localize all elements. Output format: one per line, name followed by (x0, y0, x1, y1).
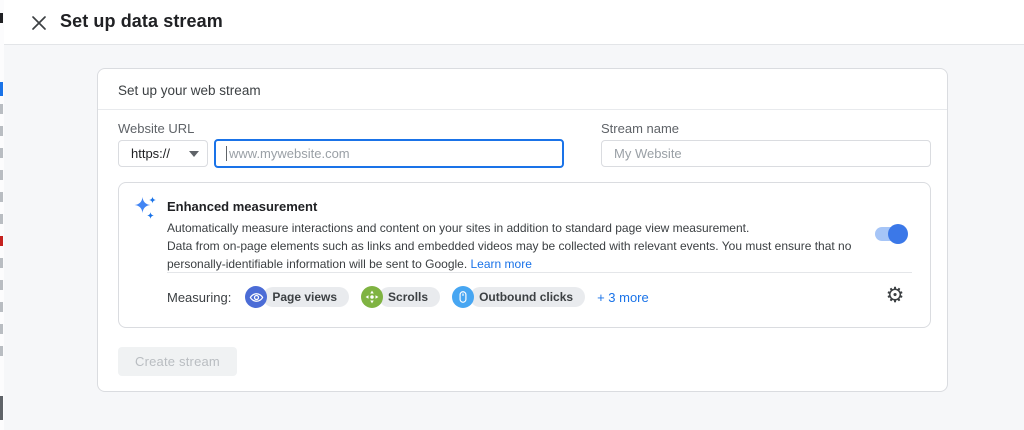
protocol-value: https:// (131, 146, 171, 161)
chip-outbound-clicks: Outbound clicks (452, 286, 586, 308)
dialog-header: Set up data stream (0, 0, 1024, 45)
chip-label: Outbound clicks (470, 287, 586, 307)
close-icon[interactable] (28, 12, 50, 34)
measuring-label: Measuring: (167, 289, 232, 305)
page-title: Set up data stream (60, 11, 223, 31)
stream-name-input[interactable] (601, 140, 931, 167)
measuring-row: Measuring: Page views Scrolls Outbound c… (167, 286, 649, 308)
enhanced-measurement-box: Enhanced measurement Automatically measu… (118, 182, 931, 328)
chip-page-views: Page views (245, 286, 350, 308)
eye-icon (245, 286, 268, 308)
web-stream-card: Set up your web stream Website URL https… (97, 68, 948, 392)
enhanced-measurement-toggle[interactable] (875, 224, 908, 244)
mouse-icon (452, 286, 475, 308)
gear-icon[interactable]: ⚙ (882, 282, 908, 308)
learn-more-link[interactable]: Learn more (471, 257, 532, 271)
enhanced-measurement-description: Automatically measure interactions and c… (167, 219, 875, 273)
divider (167, 272, 912, 273)
toggle-thumb (888, 224, 908, 244)
text-caret (226, 146, 227, 161)
website-url-input[interactable] (214, 139, 564, 168)
setup-data-stream-screen: Set up data stream Set up your web strea… (0, 0, 1024, 430)
sparkle-icon (134, 196, 156, 219)
close-icon-glyph (32, 16, 46, 30)
description-line: Automatically measure interactions and c… (167, 221, 750, 235)
stream-name-label: Stream name (601, 121, 680, 136)
scroll-icon (361, 286, 384, 308)
more-measurements-link[interactable]: + 3 more (597, 290, 649, 305)
protocol-select[interactable]: https:// (118, 140, 208, 167)
website-url-label: Website URL (118, 121, 195, 136)
create-stream-button[interactable]: Create stream (118, 347, 237, 376)
divider (98, 109, 947, 110)
chip-label: Page views (263, 287, 350, 307)
background-page-sliver (0, 0, 4, 430)
chevron-down-icon (189, 150, 199, 157)
chip-scrolls: Scrolls (361, 286, 441, 308)
card-title: Set up your web stream (118, 83, 261, 98)
enhanced-measurement-title: Enhanced measurement (167, 199, 318, 214)
chip-label: Scrolls (379, 287, 441, 307)
